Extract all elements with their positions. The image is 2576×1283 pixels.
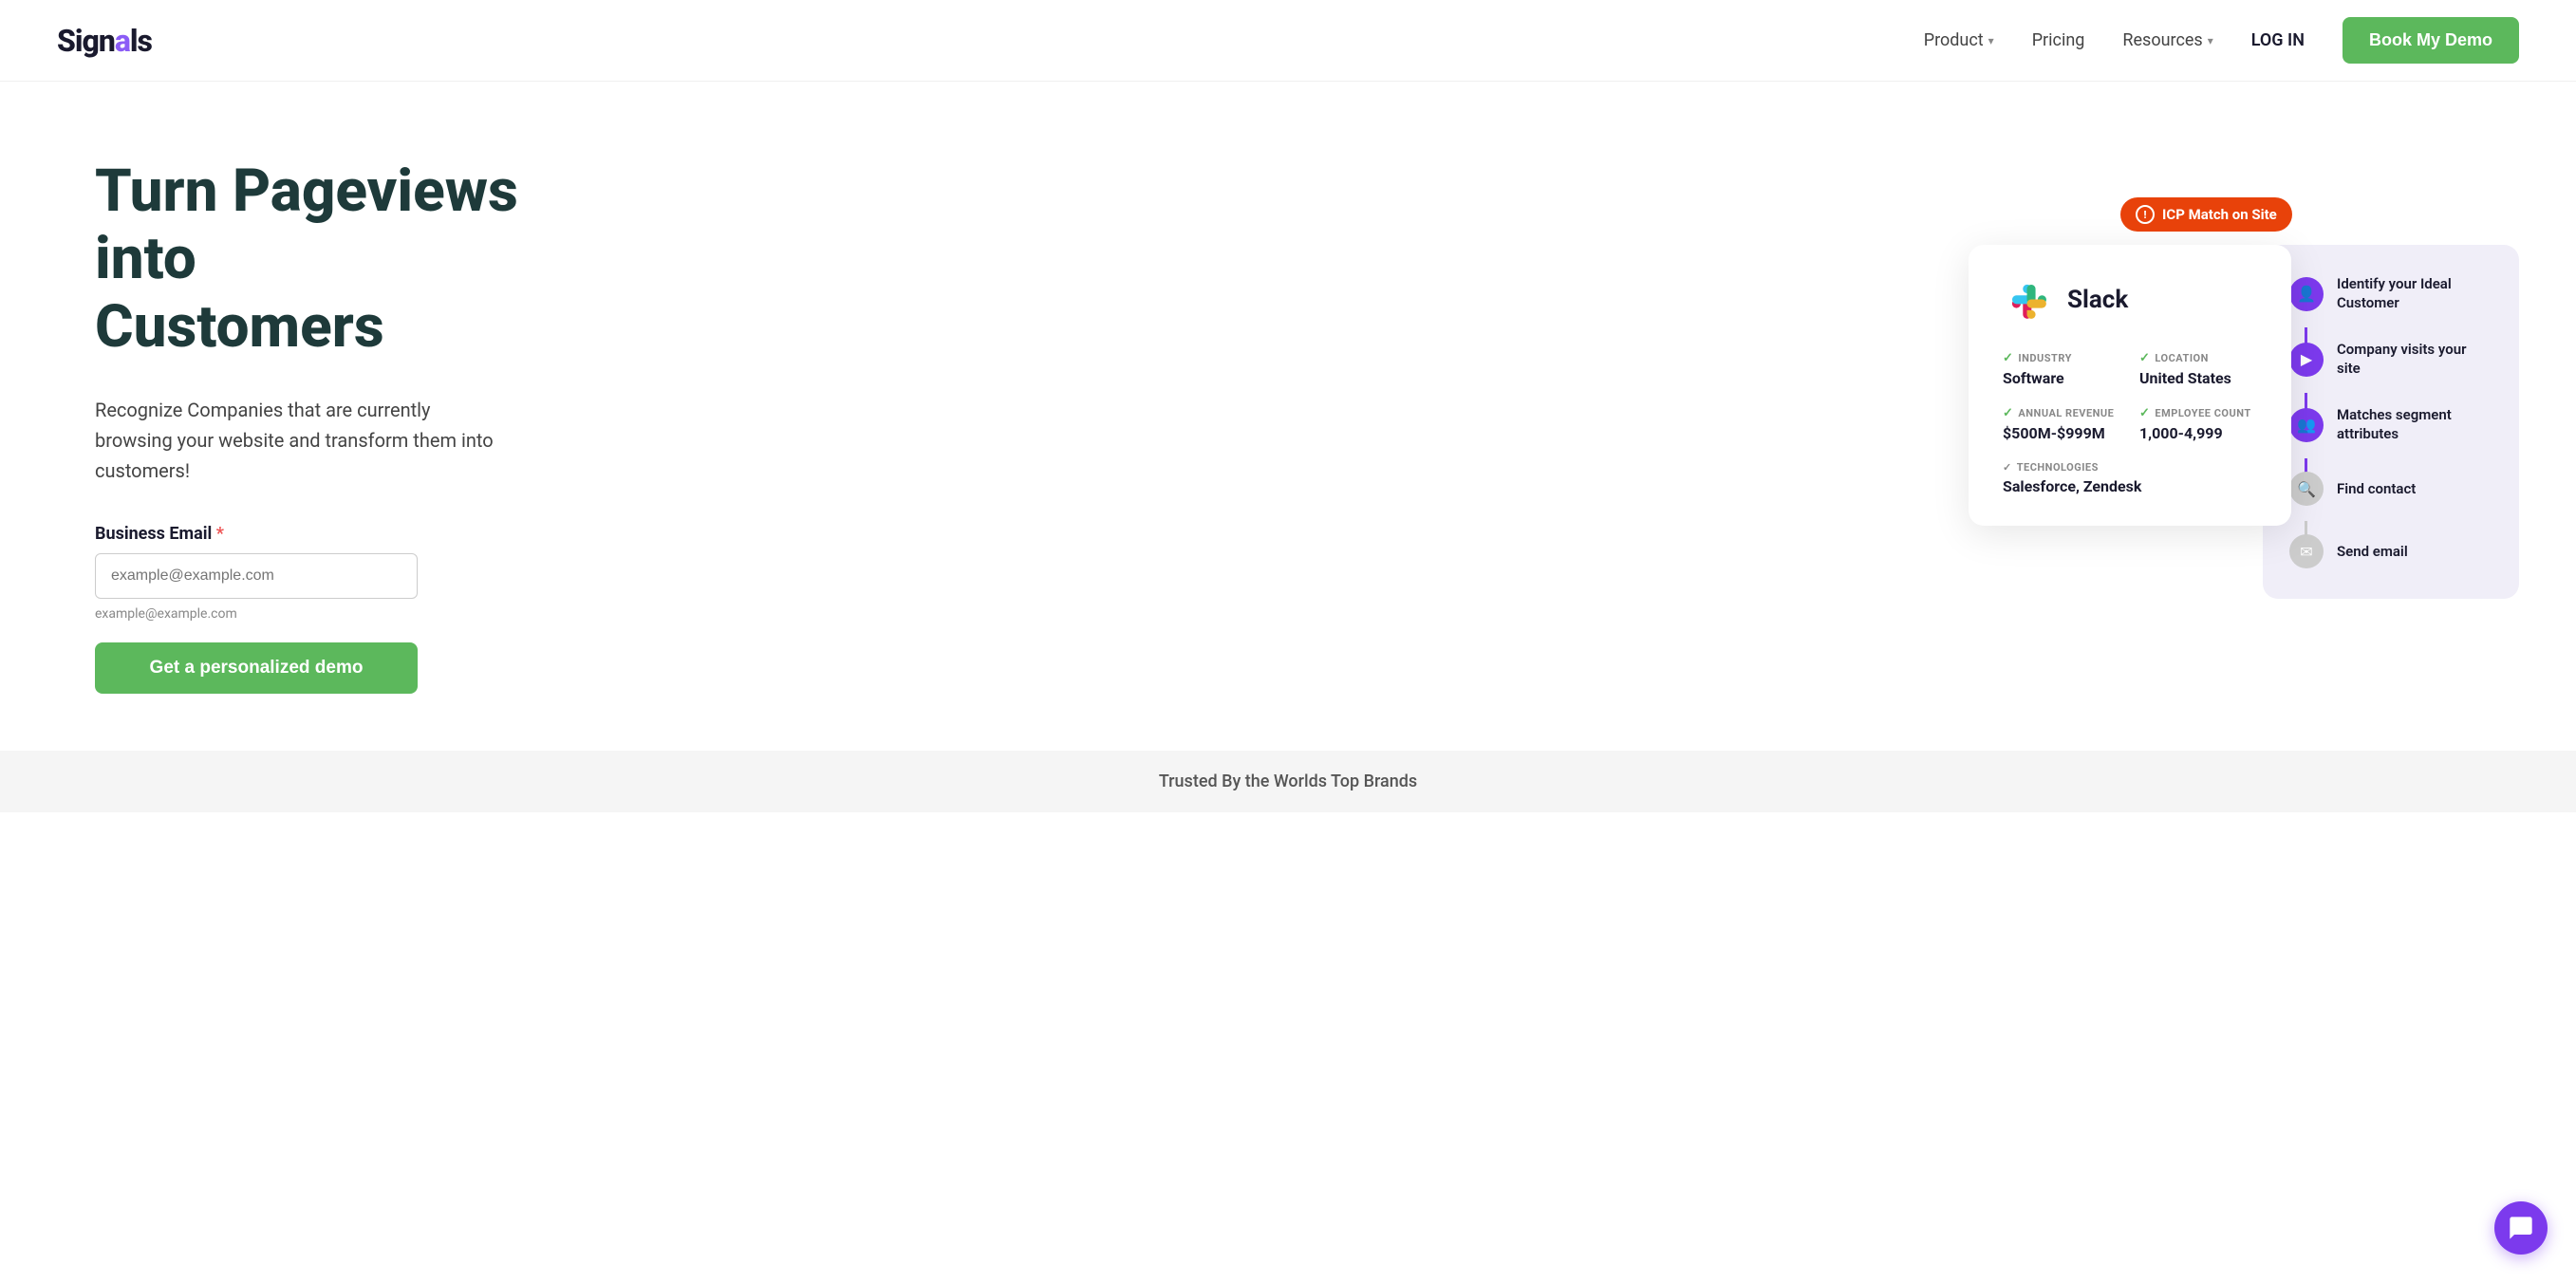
icp-badge: ! ICP Match on Site xyxy=(2120,197,2292,232)
step-label-4: Send email xyxy=(2337,543,2408,562)
step-label-3: Find contact xyxy=(2337,480,2416,499)
company-industry: ✓ INDUSTRY Software xyxy=(2003,351,2120,387)
step-item-4: ✉ Send email xyxy=(2289,534,2492,568)
company-card: Slack ✓ INDUSTRY Software ✓ LOCATION Uni… xyxy=(1969,245,2291,526)
step-icon-4: ✉ xyxy=(2289,534,2324,568)
steps-panel: 👤 Identify your Ideal Customer ▶ Company vi… xyxy=(2263,245,2519,599)
chat-icon xyxy=(2508,1215,2534,1241)
step-icon-0: 👤 xyxy=(2289,277,2324,311)
footer-strip: Trusted By the Worlds Top Brands xyxy=(0,751,2576,812)
step-item-1: ▶ Company visits your site xyxy=(2289,341,2492,378)
email-label: Business Email * xyxy=(95,524,569,544)
slack-logo-icon xyxy=(2003,275,2052,325)
email-input[interactable] xyxy=(95,553,418,599)
required-marker: * xyxy=(216,524,224,544)
hero-subtext: Recognize Companies that are currently b… xyxy=(95,395,494,486)
chat-bubble-button[interactable] xyxy=(2494,1201,2548,1255)
hero-heading: Turn Pageviews into Customers xyxy=(95,158,569,361)
nav-login[interactable]: LOG IN xyxy=(2251,30,2305,50)
step-icon-3: 🔍 xyxy=(2289,472,2324,506)
company-name: Slack xyxy=(2067,286,2128,314)
icp-badge-icon: ! xyxy=(2136,205,2155,224)
company-location: ✓ LOCATION United States xyxy=(2139,351,2257,387)
company-revenue: ✓ ANNUAL REVENUE $500M-$999M xyxy=(2003,406,2120,442)
get-demo-button[interactable]: Get a personalized demo xyxy=(95,642,418,694)
nav-pricing[interactable]: Pricing xyxy=(2032,30,2085,50)
step-item-3: 🔍 Find contact xyxy=(2289,472,2492,506)
hero-section: Turn Pageviews into Customers Recognize … xyxy=(0,82,2576,751)
nav-links: Product ▾ Pricing Resources ▾ LOG IN Boo… xyxy=(1924,17,2519,64)
nav-resources[interactable]: Resources ▾ xyxy=(2122,30,2212,50)
icp-badge-label: ICP Match on Site xyxy=(2162,206,2277,223)
navbar: Signals Product ▾ Pricing Resources ▾ LO… xyxy=(0,0,2576,82)
step-label-0: Identify your Ideal Customer xyxy=(2337,275,2492,312)
footer-text: Trusted By the Worlds Top Brands xyxy=(1159,772,1417,791)
hero-left: Turn Pageviews into Customers Recognize … xyxy=(95,158,569,694)
steps-list: 👤 Identify your Ideal Customer ▶ Company vi… xyxy=(2289,275,2492,568)
step-icon-2: 👥 xyxy=(2289,408,2324,442)
step-label-1: Company visits your site xyxy=(2337,341,2492,378)
company-employees: ✓ EMPLOYEE COUNT 1,000-4,999 xyxy=(2139,406,2257,442)
company-details-grid: ✓ INDUSTRY Software ✓ LOCATION United St… xyxy=(2003,351,2257,442)
step-icon-1: ▶ xyxy=(2289,343,2324,377)
step-item-0: 👤 Identify your Ideal Customer xyxy=(2289,275,2492,312)
nav-product[interactable]: Product ▾ xyxy=(1924,30,1994,50)
company-header: Slack xyxy=(2003,275,2257,325)
product-chevron-icon: ▾ xyxy=(1988,34,1994,47)
logo[interactable]: Signals xyxy=(57,23,152,59)
email-hint: example@example.com xyxy=(95,606,569,622)
hero-illustration: ! ICP Match on Site Slack xyxy=(1969,197,2519,653)
step-label-2: Matches segment attributes xyxy=(2337,406,2492,443)
resources-chevron-icon: ▾ xyxy=(2208,34,2213,47)
company-technologies: ✓ TECHNOLOGIES Salesforce, Zendesk xyxy=(2003,461,2257,495)
step-item-2: 👥 Matches segment attributes xyxy=(2289,406,2492,443)
nav-book-demo-button[interactable]: Book My Demo xyxy=(2343,17,2519,64)
